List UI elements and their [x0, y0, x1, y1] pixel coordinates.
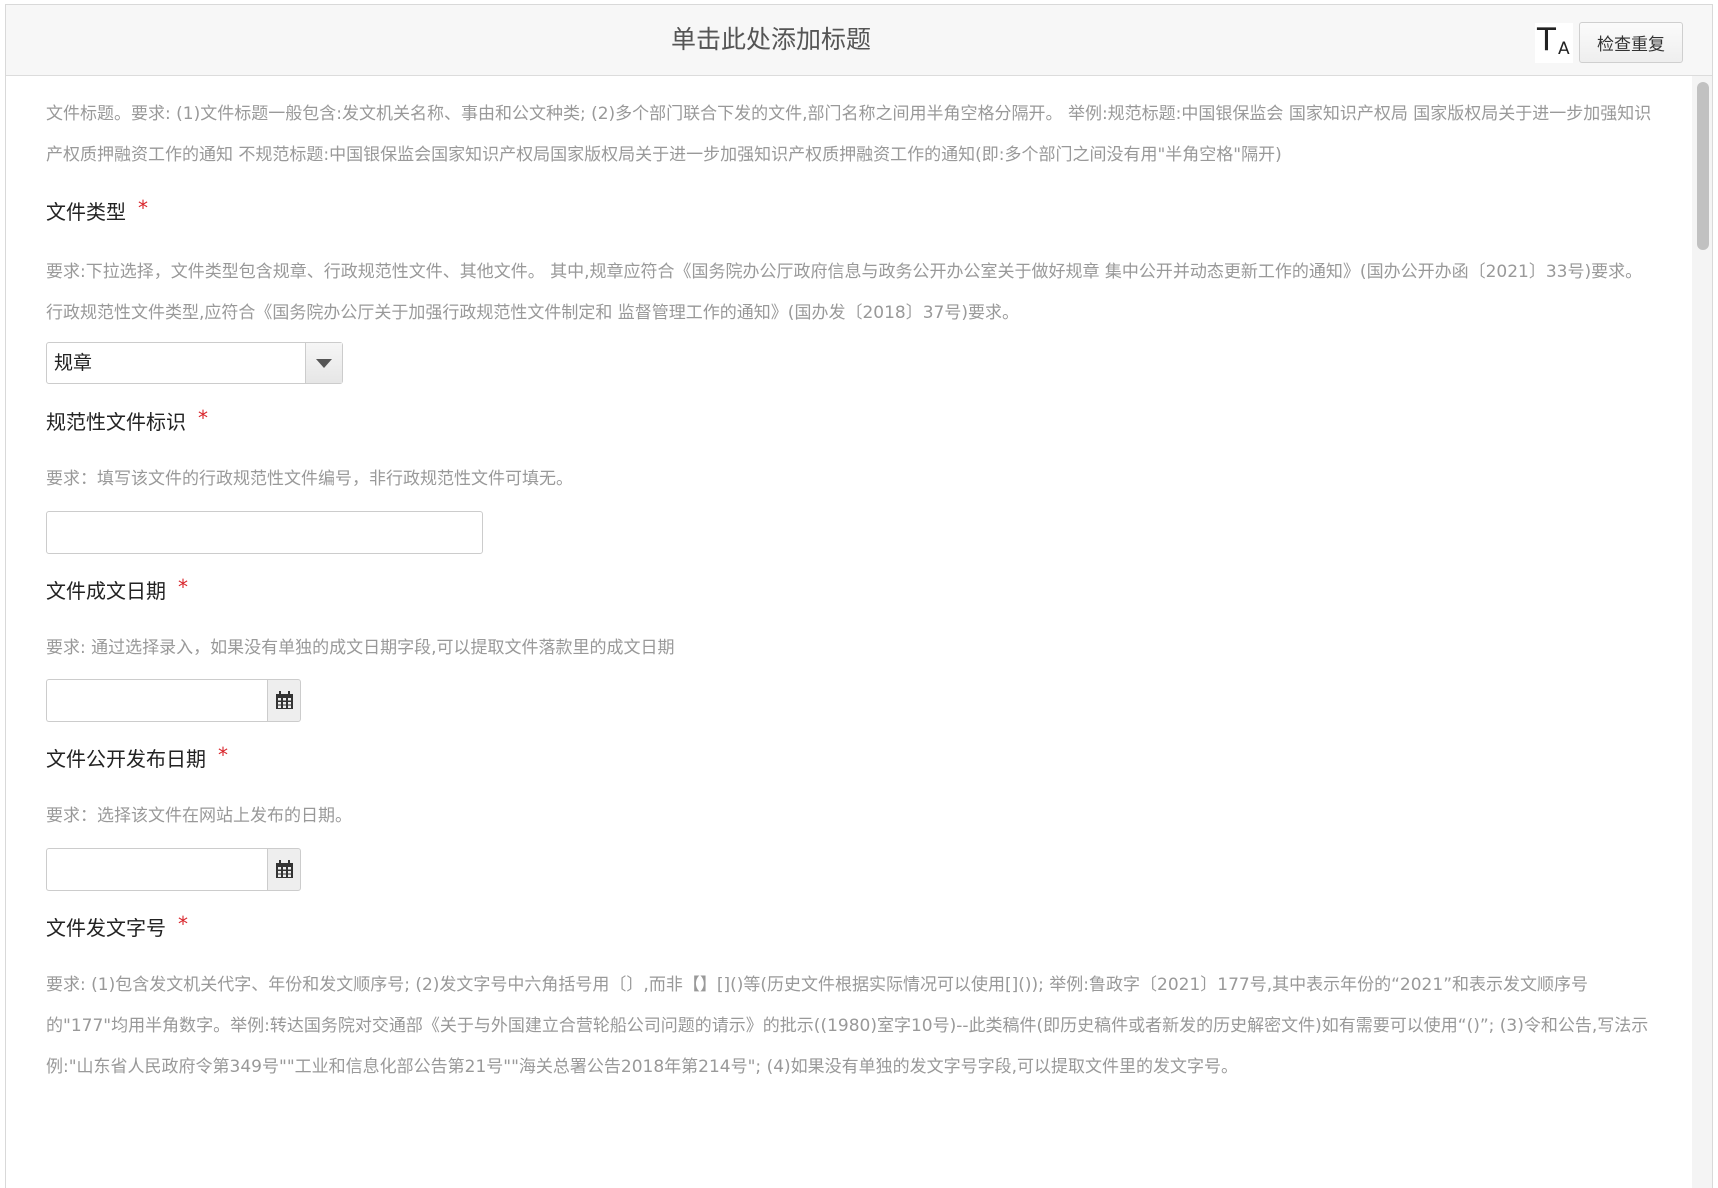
font-toggle-big-letter: T [1537, 22, 1556, 58]
written-date-picker [46, 679, 301, 722]
publish-date-calendar-button[interactable] [267, 848, 301, 891]
written-date-input[interactable] [46, 679, 267, 722]
normative-id-label: 规范性文件标识 * [46, 406, 208, 435]
required-mark: * [138, 196, 148, 220]
written-date-label: 文件成文日期 * [46, 575, 188, 604]
publish-date-hint: 要求：选择该文件在网站上发布的日期。 [46, 806, 352, 826]
normative-id-input[interactable] [46, 511, 483, 554]
check-duplicate-button[interactable]: 检查重复 [1579, 22, 1683, 63]
doc-type-label: 文件类型 * [46, 196, 148, 225]
calendar-icon [276, 691, 293, 709]
calendar-icon [276, 860, 293, 878]
doc-number-hint: 要求: (1)包含发文机关代字、年份和发文顺序号; (2)发文字号中六角括号用〔… [46, 975, 1649, 1077]
publish-date-input[interactable] [46, 848, 267, 891]
normative-id-label-text: 规范性文件标识 [46, 410, 186, 434]
page-title[interactable]: 单击此处添加标题 [6, 5, 1536, 75]
doc-number-label-text: 文件发文字号 [46, 916, 166, 940]
publish-date-label: 文件公开发布日期 * [46, 743, 228, 772]
font-size-toggle-icon[interactable]: T A [1535, 23, 1573, 63]
title-hint: 文件标题。要求: (1)文件标题一般包含:发文机关名称、事由和公文种类; (2)… [46, 104, 1652, 165]
doc-number-label: 文件发文字号 * [46, 912, 188, 941]
doc-type-selected-value: 规章 [54, 352, 93, 374]
form-body: 文件标题。要求: (1)文件标题一般包含:发文机关名称、事由和公文种类; (2)… [6, 76, 1696, 1188]
scrollbar-thumb[interactable] [1697, 82, 1709, 250]
written-date-hint: 要求: 通过选择录入，如果没有单独的成文日期字段,可以提取文件落款里的成文日期 [46, 638, 675, 658]
chevron-down-icon [316, 359, 332, 368]
doc-type-select[interactable]: 规章 [46, 342, 343, 384]
vertical-scrollbar[interactable] [1692, 76, 1712, 1188]
written-date-label-text: 文件成文日期 [46, 579, 166, 603]
header-bar: 单击此处添加标题 T A 检查重复 [6, 5, 1712, 76]
doc-type-hint: 要求:下拉选择，文件类型包含规章、行政规范性文件、其他文件。 其中,规章应符合《… [46, 262, 1643, 323]
doc-type-label-text: 文件类型 [46, 200, 126, 224]
publish-date-label-text: 文件公开发布日期 [46, 747, 206, 771]
dropdown-toggle[interactable] [305, 343, 342, 383]
required-mark: * [178, 575, 188, 599]
required-mark: * [178, 912, 188, 936]
normative-id-hint: 要求：填写该文件的行政规范性文件编号，非行政规范性文件可填无。 [46, 469, 573, 489]
publish-date-picker [46, 848, 301, 891]
written-date-calendar-button[interactable] [267, 679, 301, 722]
form-window: 单击此处添加标题 T A 检查重复 文件标题。要求: (1)文件标题一般包含:发… [5, 4, 1713, 1188]
required-mark: * [218, 743, 228, 767]
font-toggle-small-letter: A [1558, 39, 1570, 59]
required-mark: * [198, 406, 208, 430]
